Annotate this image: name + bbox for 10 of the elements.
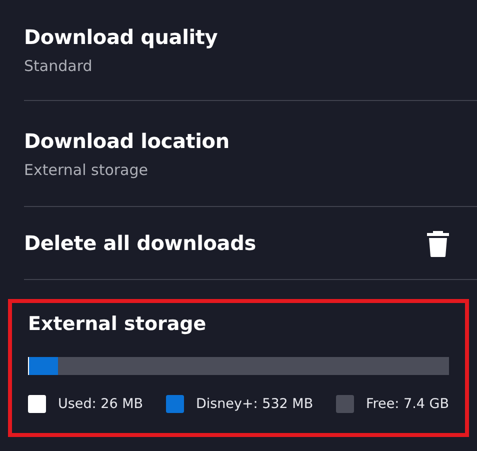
trash-icon[interactable]	[427, 229, 449, 257]
setting-title[interactable]: Delete all downloads	[24, 231, 256, 255]
legend-label: Disney+: 532 MB	[196, 396, 314, 412]
legend-label: Free: 7.4 GB	[366, 396, 449, 412]
setting-title[interactable]: Download location	[24, 128, 230, 152]
setting-title[interactable]: Download quality	[24, 25, 218, 49]
setting-value: External storage	[24, 160, 149, 178]
setting-value: Standard	[24, 57, 94, 75]
legend-label: Used: 26 MB	[58, 396, 144, 412]
storage-title: External storage	[28, 313, 208, 335]
